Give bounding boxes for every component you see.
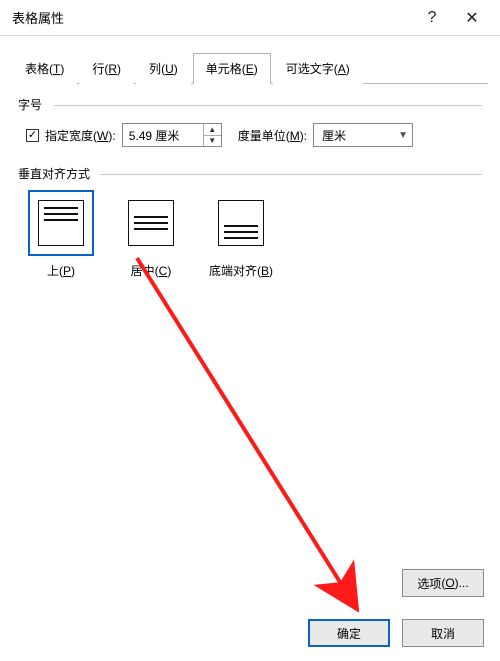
measure-unit-select[interactable]: 厘米 ▼ — [313, 123, 413, 147]
tab-strip: 表格(T) 行(R) 列(U) 单元格(E) 可选文字(A) — [12, 52, 488, 84]
chevron-down-icon: ▼ — [398, 130, 408, 141]
dialog-footer: 选项(O)... 确定 取消 — [0, 559, 500, 661]
tab-alttext[interactable]: 可选文字(A) — [273, 53, 363, 84]
preferred-width-spinner[interactable]: ▲ ▼ — [122, 123, 222, 147]
size-group-label: 字号 — [18, 96, 482, 113]
help-button[interactable]: ? — [412, 0, 452, 36]
ok-button[interactable]: 确定 — [308, 619, 390, 647]
valign-center-icon — [128, 200, 174, 246]
valign-group-label: 垂直对齐方式 — [18, 165, 482, 182]
spinner-down-icon[interactable]: ▼ — [204, 136, 221, 147]
preferred-width-input[interactable] — [123, 124, 203, 146]
valign-top-icon — [38, 200, 84, 246]
valign-center-label: 居中(C) — [131, 262, 172, 279]
valign-group: 垂直对齐方式 上(P) 居中(C) — [18, 165, 482, 279]
preferred-width-checkbox[interactable]: ✓ — [26, 129, 39, 142]
valign-bottom-label: 底端对齐(B) — [209, 262, 273, 279]
tab-table[interactable]: 表格(T) — [12, 53, 77, 84]
size-group: 字号 ✓ 指定宽度(W): ▲ ▼ 度量单位(M): 厘米 ▼ — [18, 96, 482, 147]
options-button[interactable]: 选项(O)... — [402, 569, 484, 597]
dialog-title: 表格属性 — [12, 8, 412, 27]
valign-bottom-icon — [218, 200, 264, 246]
close-button[interactable]: ✕ — [452, 0, 492, 36]
valign-center-option[interactable]: 居中(C) — [116, 192, 186, 279]
spinner-up-icon[interactable]: ▲ — [204, 124, 221, 136]
measure-unit-value: 厘米 — [322, 127, 346, 144]
preferred-width-label: 指定宽度(W): — [45, 127, 116, 144]
valign-top-option[interactable]: 上(P) — [26, 192, 96, 279]
close-icon: ✕ — [465, 8, 478, 28]
measure-unit-label: 度量单位(M): — [238, 127, 307, 144]
tab-panel-cell: 字号 ✓ 指定宽度(W): ▲ ▼ 度量单位(M): 厘米 ▼ 垂直对 — [0, 84, 500, 279]
cancel-button[interactable]: 取消 — [402, 619, 484, 647]
title-bar: 表格属性 ? ✕ — [0, 0, 500, 36]
valign-top-label: 上(P) — [47, 262, 75, 279]
tab-cell[interactable]: 单元格(E) — [193, 53, 271, 84]
tab-row[interactable]: 行(R) — [79, 53, 134, 84]
valign-bottom-option[interactable]: 底端对齐(B) — [206, 192, 276, 279]
tab-column[interactable]: 列(U) — [136, 53, 191, 84]
